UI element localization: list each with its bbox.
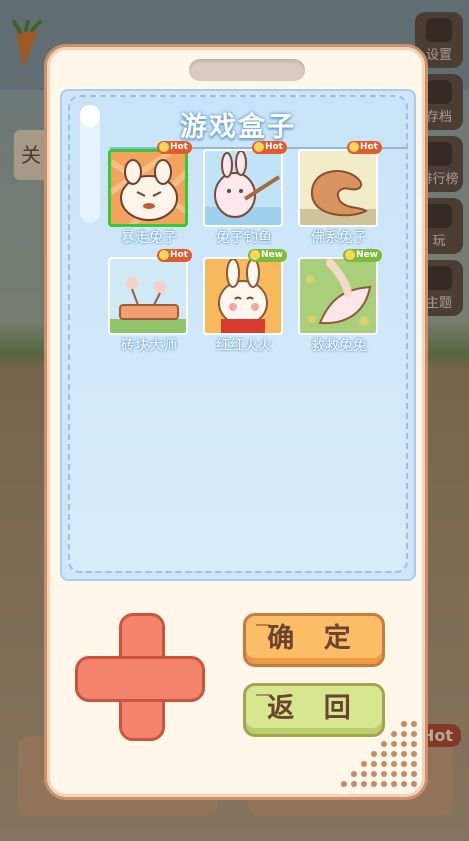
fire-icon [253, 142, 264, 152]
brick-icon [110, 259, 186, 333]
game-tile-tuzi-diaoyu[interactable]: Hot 兔子钓鱼 [203, 141, 287, 246]
star-icon [345, 250, 356, 260]
dpad-center [122, 659, 162, 699]
hot-badge: Hot [156, 249, 192, 262]
game-thumbnail [203, 149, 283, 227]
game-tile-jiujiu-tutu[interactable]: New 救救兔兔 [298, 249, 382, 354]
hot-badge: Hot [156, 141, 192, 154]
confirm-button[interactable]: 确 定 [243, 613, 385, 667]
game-tile-zhuankuai-dashi[interactable]: Hot 砖块大师 [108, 249, 192, 354]
game-name: 佛系兔子 [311, 230, 367, 246]
new-badge: New [248, 249, 287, 262]
game-name: 红红火火 [216, 338, 272, 354]
new-badge: New [343, 249, 382, 262]
angry-rabbit-icon [111, 152, 185, 224]
game-tile-foxi-tuzi[interactable]: Hot 佛系兔子 [298, 141, 382, 246]
speaker-grille [341, 721, 417, 787]
game-tile-baozou-tuzi[interactable]: Hot 暴走兔子 [108, 141, 192, 246]
scrollbar-thumb[interactable] [80, 105, 100, 127]
star-icon [250, 250, 261, 260]
fishing-rabbit-icon [205, 151, 281, 225]
hot-badge: Hot [251, 141, 287, 154]
game-box-device: 游戏盒子 Hot 暴走兔子 Hot 兔子钓鱼 Hot 佛系兔子 Hot 砖块大师… [44, 44, 428, 800]
fire-icon [348, 142, 359, 152]
curled-rabbit-icon [300, 151, 376, 225]
rescue-rabbit-icon [300, 259, 376, 333]
game-name: 砖块大师 [121, 338, 177, 354]
game-name: 兔子钓鱼 [216, 230, 272, 246]
page-title: 游戏盒子 [180, 112, 296, 143]
game-tile-honghong-huohuo[interactable]: New 红红火火 [203, 249, 287, 354]
festive-rabbit-icon [205, 259, 281, 333]
hot-badge: Hot [346, 141, 382, 154]
device-screen: 游戏盒子 Hot 暴走兔子 Hot 兔子钓鱼 Hot 佛系兔子 Hot 砖块大师… [60, 89, 416, 581]
fire-icon [158, 250, 169, 260]
game-thumbnail [108, 149, 188, 227]
game-thumbnail [108, 257, 188, 335]
screen-frame: 游戏盒子 Hot 暴走兔子 Hot 兔子钓鱼 Hot 佛系兔子 Hot 砖块大师… [68, 95, 408, 573]
game-thumbnail [203, 257, 283, 335]
game-name: 救救兔兔 [311, 338, 367, 354]
cartridge-slot [189, 59, 305, 81]
game-thumbnail [298, 257, 378, 335]
game-thumbnail [298, 149, 378, 227]
fire-icon [158, 142, 169, 152]
game-name: 暴走兔子 [121, 230, 177, 246]
